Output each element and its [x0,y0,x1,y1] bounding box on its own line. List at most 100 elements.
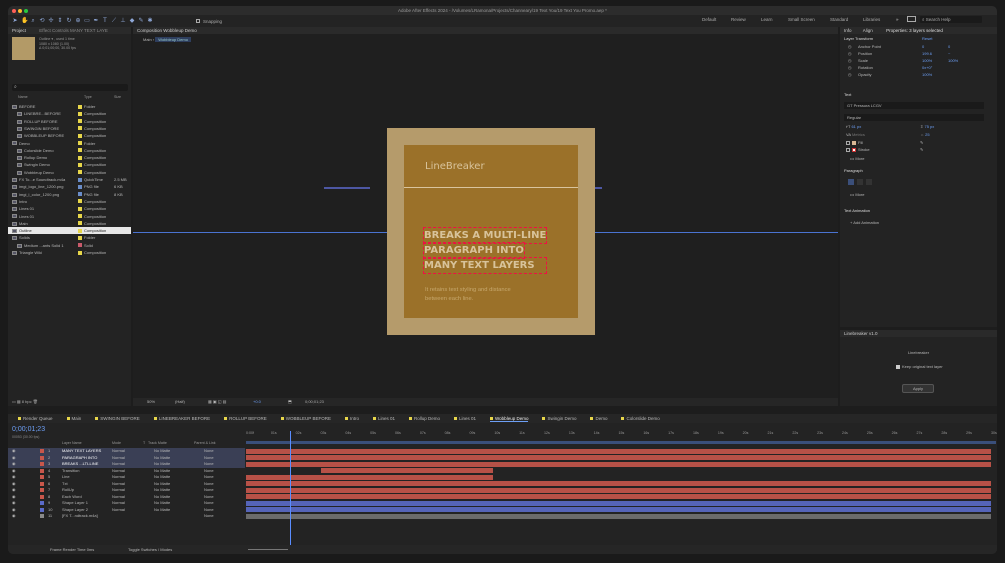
label-color-swatch[interactable] [78,104,82,109]
timeline-timecode[interactable]: 0;00;01;23 [12,426,45,433]
timeline-tab[interactable]: Swingin Demo [542,416,576,421]
camera-icon[interactable]: ⬒ [288,398,292,406]
label-color-swatch[interactable] [40,481,44,486]
apply-button[interactable]: Apply [902,384,934,393]
panel-layout-icon[interactable] [907,16,916,22]
list-item[interactable]: Intro Composition [8,198,131,205]
layer-bar[interactable] [246,461,991,467]
layer-bar[interactable] [246,507,991,513]
workspace-libraries[interactable]: Libraries [863,17,880,22]
list-item[interactable]: imgi_l_color_1200.png PNG file 8 KB [8,191,131,198]
label-color-swatch[interactable] [78,111,82,116]
project-search-field[interactable]: ⌕ [12,84,128,91]
table-row[interactable]: ◉ 11 [FX T...ndtrack.m4a] None [8,513,245,520]
toggle-switches-modes[interactable]: Toggle Switches / Modes [128,545,172,554]
label-color-swatch[interactable] [78,177,82,182]
layer-bar[interactable] [246,494,991,500]
layer-bar[interactable] [246,500,991,506]
font-style-dropdown[interactable]: Regular [844,114,984,121]
fill-swatch[interactable] [852,140,856,145]
align-left-icon[interactable] [848,179,854,185]
label-color-swatch[interactable] [78,199,82,204]
search-help-field[interactable]: ⌕ Search Help [920,16,982,23]
tab-effect-controls[interactable]: Effect Controls MANY TEXT LAYE [39,28,108,33]
font-family-dropdown[interactable]: GT Pressura LCGV [844,102,984,109]
bpc-label[interactable]: 8 bpc [22,399,32,404]
leading-control[interactable]: ⇳ 75 px [920,123,934,131]
workspace-menu-icon[interactable]: » [896,17,899,22]
list-item[interactable]: Colorslide Demo Composition [8,147,131,154]
dolly-tool-icon[interactable]: ⇕ [57,18,63,24]
timeline-tab[interactable]: Demo [590,416,607,421]
label-color-swatch[interactable] [40,488,44,493]
list-item[interactable]: LINEBRE...BEFORE Composition [8,110,131,117]
label-color-swatch[interactable] [78,141,82,145]
paragraph-more-link[interactable]: ••• More [850,191,864,199]
pan-tool-icon[interactable]: ✢ [48,18,54,24]
list-item[interactable]: Wobbleup Demo Composition [8,169,131,176]
font-size-control[interactable]: ꜰT 61 px [846,123,861,131]
list-item[interactable]: FX To...e Soundtrack.m4a QuickTime 2.5 M… [8,176,131,183]
list-item[interactable]: ROLLUP BEFORE Composition [8,118,131,125]
orbit-tool-icon[interactable]: ⟲ [39,18,45,24]
selection-tool-icon[interactable]: ➤ [12,18,18,24]
list-item[interactable]: Outline Composition [8,227,131,235]
work-area-bar[interactable] [246,441,996,444]
layer-bar[interactable] [321,468,493,474]
keep-original-checkbox[interactable] [896,364,900,369]
rotate-tool-icon[interactable]: ↻ [66,18,72,24]
add-animation-button[interactable]: + Add Animation [850,219,879,227]
timeline-tab[interactable]: Wobbleup Demo [490,416,529,422]
label-color-swatch[interactable] [40,507,44,512]
fill-checkbox[interactable] [846,140,850,145]
list-item[interactable]: Medium ...ants Solid 1 Solid [8,242,131,249]
text-line-3[interactable]: MANY TEXT LAYERS [422,257,548,274]
eyedropper-stroke-icon[interactable]: ✎ [920,146,923,154]
delete-icon[interactable]: 🗑 [32,399,38,404]
label-color-swatch[interactable] [40,468,44,473]
column-mode[interactable]: Mode [112,441,121,445]
label-color-swatch[interactable] [78,221,82,226]
label-color-swatch[interactable] [78,243,82,248]
snapping-checkbox[interactable] [196,19,200,23]
label-color-swatch[interactable] [40,475,44,480]
eye-icon[interactable]: ◉ [12,513,16,520]
layer-bar[interactable] [246,455,991,461]
layer-bar[interactable] [246,481,991,487]
exposure-value[interactable]: +0.0 [253,398,261,406]
timeline-tab[interactable]: Render Queue [18,416,53,421]
timeline-tab[interactable]: Rollup Demo [408,416,440,421]
workspace-review[interactable]: Review [731,17,746,22]
tracking-control[interactable]: ⇔ 25 [920,131,930,139]
tab-info[interactable]: Info [844,28,852,33]
list-item[interactable]: SWINGIN BEFORE Composition [8,125,131,132]
label-color-swatch[interactable] [40,514,44,519]
list-item[interactable]: Swingin Demo Composition [8,161,131,168]
list-item[interactable]: Demo Folder [8,140,131,147]
workspace-small-screen[interactable]: Small Screen [788,17,815,22]
list-item[interactable]: Solids Folder [8,234,131,241]
list-item[interactable]: WOBBLEUP BEFORE Composition [8,132,131,139]
puppet-tool-icon[interactable]: ✱ [147,18,153,24]
layer-bar[interactable] [246,448,991,454]
resolution-dropdown[interactable]: (Half) [175,398,185,406]
font-size-value[interactable]: 61 px [851,124,861,129]
label-color-swatch[interactable] [40,455,44,460]
zoom-tool-icon[interactable]: ⌕ [30,18,36,24]
timeline-ruler[interactable]: 0:00f 01s 02s 03s 04s 05s 06s 07s 08s 09s 10s 11s 12… [246,431,997,439]
timeline-tab[interactable]: WOBBLEUP BEFORE [280,416,331,421]
label-color-swatch[interactable] [78,206,82,211]
workspace-learn[interactable]: Learn [761,17,773,22]
list-item[interactable]: Lines 01 Composition [8,213,131,220]
workspace-standard[interactable]: Standard [830,17,848,22]
composition-tab[interactable]: Composition Wobbleup Demo [137,28,197,33]
workspace-default[interactable]: Default [702,17,716,22]
eraser-tool-icon[interactable]: ◆ [129,18,135,24]
list-item[interactable]: imgi_logo_line_1200.png PNG file 6 KB [8,183,131,190]
label-color-swatch[interactable] [78,170,82,175]
pan-behind-tool-icon[interactable]: ⊕ [75,18,81,24]
stroke-swatch[interactable] [852,147,856,152]
layer-bar[interactable] [246,474,493,480]
column-t[interactable]: T [143,441,145,445]
layer-name[interactable]: [FX T...ndtrack.m4a] [62,513,98,520]
